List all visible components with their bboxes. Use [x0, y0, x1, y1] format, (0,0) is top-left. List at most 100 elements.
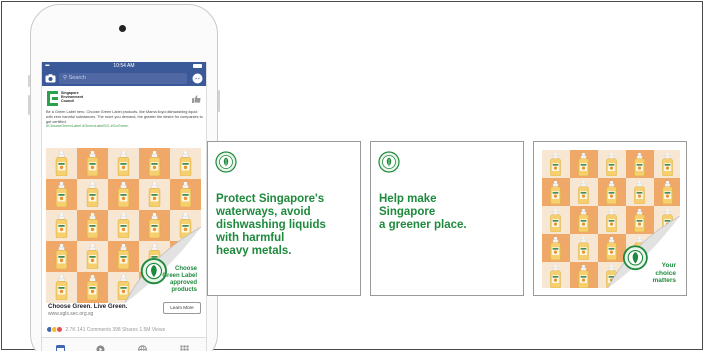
play-icon[interactable]: [96, 345, 105, 351]
product-tile: [570, 262, 598, 288]
dishwashing-liquid-bottle: [55, 151, 68, 176]
product-tile: [46, 241, 77, 272]
product-tile: [654, 178, 680, 206]
globe-icon[interactable]: [138, 345, 147, 351]
product-tile: [598, 178, 626, 206]
product-tile: [77, 148, 108, 179]
product-tile: [542, 178, 570, 206]
product-tile: [654, 150, 680, 178]
product-tile: [570, 150, 598, 178]
dishwashing-liquid-bottle: [550, 209, 561, 232]
dishwashing-liquid-bottle: [550, 265, 561, 288]
dishwashing-liquid-bottle: [117, 151, 130, 176]
dishwashing-liquid-bottle: [578, 209, 589, 232]
dishwashing-liquid-bottle: [55, 182, 68, 207]
link-headline: Choose Green. Live Green.: [48, 303, 128, 310]
dishwashing-liquid-bottle: [634, 153, 645, 176]
dishwashing-liquid-bottle: [148, 151, 161, 176]
status-bar: ••••• 10:54 AM: [42, 62, 206, 71]
product-tile: [46, 179, 77, 210]
dishwashing-liquid-bottle: [578, 153, 589, 176]
reaction-summary[interactable]: 2.7K 141 Comments 398 Shares 1.5M Views: [46, 325, 201, 335]
dishwashing-liquid-bottle: [550, 237, 561, 260]
dishwashing-liquid-bottle: [117, 182, 130, 207]
phone-side-button: [28, 75, 30, 87]
product-tile: [626, 178, 654, 206]
search-input[interactable]: ⚲ Search: [59, 73, 187, 84]
page-name[interactable]: Singapore Environment Council: [61, 91, 106, 103]
learn-more-button[interactable]: Learn More: [163, 302, 201, 314]
search-icon: ⚲: [63, 75, 68, 81]
product-tile: [570, 206, 598, 234]
product-tile: [542, 206, 570, 234]
dishwashing-liquid-bottle: [148, 182, 161, 207]
like-icon[interactable]: [192, 95, 201, 103]
dishwashing-liquid-bottle: [578, 237, 589, 260]
reaction-icons: [46, 325, 64, 334]
product-tile: [46, 272, 77, 303]
ad-card-headline: Help make Singapore a greener place.: [379, 193, 467, 231]
dishwashing-liquid-bottle: [86, 244, 99, 269]
product-tile: [170, 179, 201, 210]
ad-link-bar[interactable]: Choose Green. Live Green. www.sgls.sec.o…: [46, 300, 201, 322]
status-time: 10:54 AM: [113, 63, 135, 69]
product-tile: [626, 150, 654, 178]
product-tile: [542, 234, 570, 262]
ad-card-greener-place[interactable]: Help make Singapore a greener place.: [370, 141, 524, 296]
post-body-text: Be a Green Label hero. Choose Green Labe…: [46, 110, 203, 124]
ad-card-image: Your choice matters: [542, 150, 680, 288]
product-tile: [170, 148, 201, 179]
ad-image[interactable]: Choose Green Label approved products: [46, 148, 201, 303]
ad-card-caption: Your choice matters: [652, 262, 676, 284]
love-reaction-icon: [56, 325, 63, 333]
dishwashing-liquid-bottle: [55, 213, 68, 238]
sponsored-post: Singapore Environment Council Be a Green…: [42, 86, 206, 129]
dishwashing-liquid-bottle: [86, 182, 99, 207]
product-tile: [139, 148, 170, 179]
product-tile: [570, 178, 598, 206]
phone-side-button: [28, 95, 30, 115]
dishwashing-liquid-bottle: [179, 182, 192, 207]
product-tile: [139, 179, 170, 210]
link-url: www.sgls.sec.org.sg: [48, 311, 94, 317]
dishwashing-liquid-bottle: [606, 181, 617, 204]
post-hashtags[interactable]: #ChooseGreenLabel #GreenLabelSG #GoGreen: [46, 124, 202, 129]
dishwashing-liquid-bottle: [662, 153, 673, 176]
battery-icon: [193, 64, 202, 68]
grid-menu-icon[interactable]: [180, 345, 189, 351]
messenger-icon[interactable]: [192, 73, 203, 84]
product-tile: [77, 272, 108, 303]
ad-card-your-choice[interactable]: Your choice matters: [533, 141, 687, 296]
product-tile: [46, 210, 77, 241]
reaction-stats: 2.7K 141 Comments 398 Shares 1.5M Views: [65, 327, 166, 333]
phone-side-button: [218, 90, 220, 112]
product-tile: [46, 148, 77, 179]
dishwashing-liquid-bottle: [86, 151, 99, 176]
product-tile: [77, 179, 108, 210]
dishwashing-liquid-bottle: [550, 181, 561, 204]
product-tile: [77, 241, 108, 272]
camera-icon[interactable]: [45, 74, 56, 83]
bottom-tab-bar: [42, 337, 206, 351]
dishwashing-liquid-bottle: [662, 181, 673, 204]
dishwashing-liquid-bottle: [578, 265, 589, 288]
dishwashing-liquid-bottle: [550, 153, 561, 176]
product-tile: [542, 262, 570, 288]
product-tile: [598, 150, 626, 178]
dishwashing-liquid-bottle: [55, 275, 68, 300]
product-tile: [542, 150, 570, 178]
ad-card-headline: Protect Singapore's waterways, avoid dis…: [216, 193, 326, 257]
dishwashing-liquid-bottle: [578, 181, 589, 204]
news-feed-icon[interactable]: [56, 345, 65, 351]
green-label-seal-icon: [215, 151, 237, 173]
product-tile: [77, 210, 108, 241]
phone-camera-dot: [119, 25, 126, 32]
dishwashing-liquid-bottle: [55, 244, 68, 269]
dishwashing-liquid-bottle: [86, 275, 99, 300]
post-header: Singapore Environment Council: [46, 90, 202, 110]
dishwashing-liquid-bottle: [86, 213, 99, 238]
ad-card-protect-waterways[interactable]: Protect Singapore's waterways, avoid dis…: [207, 141, 361, 296]
search-placeholder: Search: [68, 75, 86, 81]
dishwashing-liquid-bottle: [634, 181, 645, 204]
ad-image-caption: Choose Green Label approved products: [162, 266, 197, 293]
